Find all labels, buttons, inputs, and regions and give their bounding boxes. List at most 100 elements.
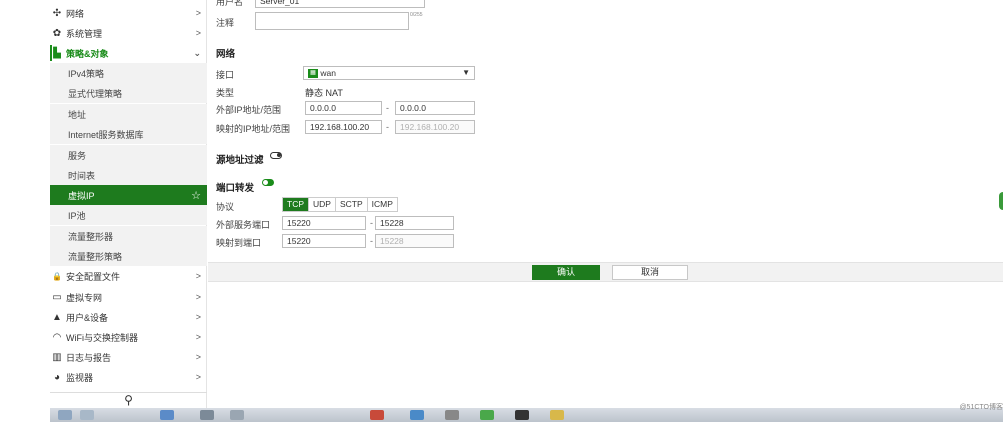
cancel-button[interactable]: 取消 — [612, 265, 688, 280]
chevron-right-icon: > — [195, 312, 201, 322]
taskbar-app-icon[interactable] — [230, 410, 244, 420]
network-section-title: 网络 — [216, 49, 236, 60]
interface-select[interactable]: ▦ wan ▼ — [303, 66, 475, 80]
sidebar-item-user-device[interactable]: ▲ 用户&设备 > — [0, 307, 207, 327]
sidebar-item-label: WiFi与交换控制器 — [66, 332, 138, 343]
sidebar-subitem-schedules[interactable]: 时间表 — [50, 165, 207, 185]
sidebar-item-label: 虚拟专网 — [66, 292, 103, 303]
mapped-port-end-input: 15228 — [375, 234, 454, 248]
type-label: 类型 — [216, 88, 235, 98]
chevron-right-icon: > — [195, 332, 201, 342]
sidebar-subitem-address[interactable]: 地址 — [50, 104, 207, 124]
sidebar-item-label: 用户&设备 — [66, 312, 109, 323]
external-port-end-input[interactable]: 15228 — [375, 216, 454, 230]
wifi-icon: ◠ — [52, 331, 62, 343]
help-tab[interactable] — [999, 192, 1003, 210]
taskbar-app-icon[interactable] — [80, 410, 94, 420]
name-input[interactable]: Server_01 — [255, 0, 425, 8]
mapped-ip-end-input: 192.168.100.20 — [395, 120, 475, 134]
lock-icon: 🔒 — [52, 271, 62, 281]
policy-icon: ▙ — [53, 47, 61, 59]
sidebar-subitem-label: 服务 — [68, 150, 87, 161]
range-dash: - — [386, 122, 389, 132]
taskbar-app-icon[interactable] — [550, 410, 564, 420]
sidebar-subitem-virtual-ip[interactable]: 虚拟IP ☆ — [50, 185, 207, 205]
favorite-star-icon[interactable]: ☆ — [191, 189, 201, 202]
sidebar-subitem-ip-pool[interactable]: IP池 — [50, 205, 207, 225]
sidebar-item-label: 网络 — [66, 8, 85, 19]
search-icon: ⚲ — [124, 393, 133, 407]
taskbar-app-icon[interactable] — [445, 410, 459, 420]
port-icon: ▦ — [308, 69, 318, 79]
range-dash: - — [386, 103, 389, 113]
range-dash: - — [370, 218, 373, 228]
chevron-right-icon: > — [195, 8, 201, 18]
comment-label: 注释 — [216, 18, 235, 28]
sidebar-item-security-profiles[interactable]: 🔒 安全配置文件 > — [0, 266, 207, 286]
sidebar-item-monitor[interactable]: ◕ 监视器 > — [0, 367, 207, 387]
sidebar-subitem-services[interactable]: 服务 — [50, 145, 207, 165]
name-label: 用户名 — [216, 0, 244, 7]
sidebar-subitem-traffic-shaper[interactable]: 流量整形器 — [50, 226, 207, 246]
chevron-right-icon: > — [195, 28, 201, 38]
network-icon: ✣ — [52, 7, 62, 19]
sidebar-item-policy-objects[interactable]: ▙ 策略&对象 ⌄ — [0, 43, 207, 63]
bar-chart-icon: ▥ — [52, 351, 62, 363]
protocol-selector: TCP UDP SCTP ICMP — [282, 197, 398, 212]
type-value: 静态 NAT — [305, 88, 343, 98]
sidebar-subitem-label: IPv4策略 — [68, 68, 105, 79]
sidebar-item-label: 系统管理 — [66, 28, 103, 39]
protocol-icmp-option[interactable]: ICMP — [368, 198, 397, 211]
comment-textarea[interactable] — [255, 12, 409, 30]
taskbar-app-icon[interactable] — [160, 410, 174, 420]
interface-value: wan — [320, 68, 336, 78]
sidebar-item-label: 策略&对象 — [66, 48, 109, 59]
sidebar-subitem-label: 地址 — [68, 109, 87, 120]
taskbar-app-icon[interactable] — [410, 410, 424, 420]
external-ip-end-input[interactable]: 0.0.0.0 — [395, 101, 475, 115]
mapped-ip-label: 映射的IP地址/范围 — [216, 124, 291, 134]
mapped-ip-start-input[interactable]: 192.168.100.20 — [305, 120, 382, 134]
sidebar-item-wifi-switch[interactable]: ◠ WiFi与交换控制器 > — [0, 327, 207, 347]
ok-button[interactable]: 确认 — [532, 265, 600, 280]
taskbar-app-icon[interactable] — [370, 410, 384, 420]
sidebar-subitem-label: 虚拟IP — [68, 190, 95, 201]
chevron-right-icon: > — [195, 352, 201, 362]
external-ip-start-input[interactable]: 0.0.0.0 — [305, 101, 382, 115]
sidebar-subitem-proxy-policy[interactable]: 显式代理策略 — [50, 83, 207, 103]
protocol-udp-option[interactable]: UDP — [309, 198, 336, 211]
sidebar-item-network[interactable]: ✣ 网络 > — [0, 3, 207, 23]
chevron-right-icon: > — [195, 271, 201, 281]
mapped-port-start-input[interactable]: 15220 — [282, 234, 366, 248]
source-filter-toggle[interactable] — [270, 152, 282, 159]
range-dash: - — [370, 236, 373, 246]
taskbar-app-icon[interactable] — [58, 410, 72, 420]
protocol-sctp-option[interactable]: SCTP — [336, 198, 368, 211]
watermark: @51CTO博客 — [959, 404, 1003, 411]
sidebar-subitem-internet-service-db[interactable]: Internet服务数据库 — [50, 124, 207, 144]
sidebar-item-log-report[interactable]: ▥ 日志与报告 > — [0, 347, 207, 367]
sidebar-item-system[interactable]: ✿ 系统管理 > — [0, 23, 207, 43]
protocol-label: 协议 — [216, 202, 235, 212]
taskbar-app-icon[interactable] — [515, 410, 529, 420]
sidebar-subitem-label: 流量整形策略 — [68, 251, 123, 262]
sidebar-subitem-label: IP池 — [68, 210, 86, 221]
sidebar-subitem-ipv4-policy[interactable]: IPv4策略 — [50, 63, 207, 83]
sidebar-search[interactable]: ⚲ — [50, 392, 207, 408]
source-filter-label: 源地址过滤 — [216, 155, 264, 166]
comment-counter: 0/255 — [410, 12, 423, 18]
sidebar-subitem-traffic-shaping-policy[interactable]: 流量整形策略 — [50, 246, 207, 266]
sidebar-subitem-label: 时间表 — [68, 170, 96, 181]
interface-label: 接口 — [216, 70, 235, 80]
chevron-right-icon: > — [195, 292, 201, 302]
external-port-start-input[interactable]: 15220 — [282, 216, 366, 230]
external-ip-label: 外部IP地址/范围 — [216, 105, 282, 115]
dropdown-arrow-icon: ▼ — [462, 68, 470, 77]
external-port-label: 外部服务端口 — [216, 220, 271, 230]
protocol-tcp-option[interactable]: TCP — [283, 198, 309, 211]
os-taskbar — [50, 408, 1003, 422]
taskbar-app-icon[interactable] — [480, 410, 494, 420]
taskbar-app-icon[interactable] — [200, 410, 214, 420]
port-forward-toggle[interactable] — [262, 179, 274, 186]
sidebar-item-vpn[interactable]: ▭ 虚拟专网 > — [0, 287, 207, 307]
